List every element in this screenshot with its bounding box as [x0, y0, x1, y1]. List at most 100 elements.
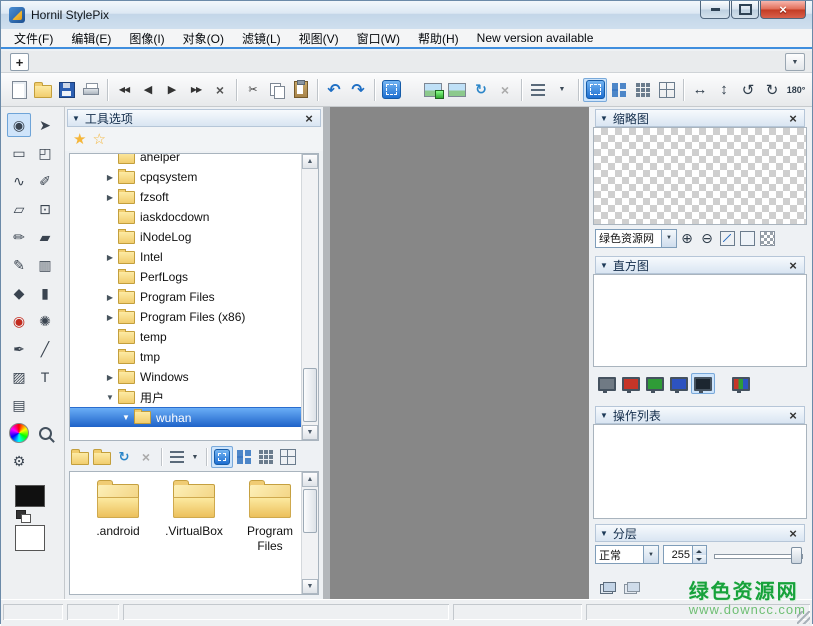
- grid-options-button[interactable]: [655, 78, 679, 102]
- expand-arrow-icon[interactable]: ▶: [104, 253, 116, 262]
- slider-thumb[interactable]: [791, 547, 802, 564]
- layers-panel-header[interactable]: ▼ 分层 ×: [595, 524, 805, 542]
- scroll-up-button[interactable]: ▲: [302, 472, 318, 487]
- channel-luminance-button[interactable]: [595, 373, 619, 394]
- eraser-tool[interactable]: ▰: [33, 225, 57, 249]
- previous-image-button[interactable]: ◀: [136, 78, 160, 102]
- scrollbar-thumb[interactable]: [303, 489, 317, 533]
- brush-tool[interactable]: ✐: [33, 169, 57, 193]
- tree-item-fzsoft[interactable]: ▶fzsoft: [70, 187, 302, 207]
- remove-folder-button[interactable]: ×: [135, 446, 157, 468]
- paste-button[interactable]: [289, 78, 313, 102]
- rotate-right-button[interactable]: ↻: [760, 78, 784, 102]
- last-image-button[interactable]: ▶▶: [184, 78, 208, 102]
- background-color-swatch[interactable]: [15, 525, 45, 551]
- sort-dropdown-button[interactable]: ▼: [188, 446, 202, 468]
- chevron-down-icon[interactable]: ▼: [661, 230, 676, 247]
- new-layer-button[interactable]: [595, 577, 619, 599]
- opacity-slider[interactable]: [712, 545, 805, 564]
- channel-blue-button[interactable]: [667, 373, 691, 394]
- marquee-tool[interactable]: ▭: [7, 141, 31, 165]
- transform-tool[interactable]: ▱: [7, 197, 31, 221]
- tree-item-iaskdocdown[interactable]: iaskdocdown: [70, 207, 302, 227]
- view-tool[interactable]: ◉: [7, 113, 31, 137]
- expand-arrow-icon[interactable]: ▶: [104, 373, 116, 382]
- menu-help[interactable]: 帮助(H): [409, 28, 468, 49]
- channel-green-button[interactable]: [643, 373, 667, 394]
- arrange-list-button[interactable]: [526, 78, 550, 102]
- next-image-button[interactable]: ▶: [160, 78, 184, 102]
- spin-down-icon[interactable]: [693, 555, 706, 564]
- favorite-star-filled-icon[interactable]: ★: [73, 130, 86, 148]
- thumbnail-panel-header[interactable]: ▼ 缩略图 ×: [595, 109, 805, 127]
- small-icons-view-button[interactable]: [233, 446, 255, 468]
- new-button[interactable]: [7, 78, 31, 102]
- opacity-spinner[interactable]: 255: [663, 545, 707, 564]
- histogram-panel-header[interactable]: ▼ 直方图 ×: [595, 256, 805, 274]
- scroll-down-button[interactable]: ▼: [302, 425, 318, 440]
- thumbnail-zoom-select[interactable]: 绿色资源网 ▼: [595, 229, 677, 248]
- action-list-panel-header[interactable]: ▼ 操作列表 ×: [595, 406, 805, 424]
- channel-rgb-button[interactable]: [691, 373, 715, 394]
- first-image-button[interactable]: ◀◀: [112, 78, 136, 102]
- snap-toggle-button[interactable]: [583, 78, 607, 102]
- tree-item-windows[interactable]: ▶Windows: [70, 367, 302, 387]
- maximize-button[interactable]: [731, 1, 759, 19]
- expand-arrow-icon[interactable]: ▶: [104, 313, 116, 322]
- foreground-color-swatch[interactable]: [15, 485, 45, 507]
- refresh-folder-button[interactable]: ↻: [113, 446, 135, 468]
- tree-item-tmp[interactable]: tmp: [70, 347, 302, 367]
- redeye-tool[interactable]: ◉: [7, 309, 31, 333]
- panel-close-button[interactable]: ×: [786, 526, 800, 541]
- menu-object[interactable]: 对象(O): [174, 28, 233, 49]
- swap-colors-icon[interactable]: [16, 510, 32, 522]
- collapse-arrow-icon[interactable]: ▼: [600, 261, 608, 270]
- export-image-button[interactable]: [445, 78, 469, 102]
- align-grid-button[interactable]: [607, 78, 631, 102]
- zoom-in-button[interactable]: ⊕: [677, 228, 697, 248]
- scroll-down-button[interactable]: ▼: [302, 579, 318, 594]
- file-item-program-files[interactable]: Program Files: [232, 484, 308, 554]
- menu-update-notice[interactable]: New version available: [468, 29, 603, 47]
- tree-item-program-files-x86[interactable]: ▶Program Files (x86): [70, 307, 302, 327]
- text-tool[interactable]: T: [33, 365, 57, 389]
- spin-up-icon[interactable]: [693, 546, 706, 555]
- collapse-arrow-icon[interactable]: ▼: [104, 393, 116, 402]
- layer-options-button[interactable]: [619, 577, 643, 599]
- rotate-180-button[interactable]: 180°: [784, 78, 808, 102]
- expand-arrow-icon[interactable]: ▶: [104, 193, 116, 202]
- new-folder-button[interactable]: [91, 446, 113, 468]
- details-view-button[interactable]: [277, 446, 299, 468]
- fileview-scrollbar[interactable]: ▲ ▼: [301, 472, 318, 594]
- panel-close-button[interactable]: ×: [786, 258, 800, 273]
- lasso-tool[interactable]: ∿: [7, 169, 31, 193]
- scrollbar-thumb[interactable]: [303, 368, 317, 422]
- close-document-button[interactable]: ×: [208, 78, 232, 102]
- cut-button[interactable]: ✂: [241, 78, 265, 102]
- redo-button[interactable]: ↷: [346, 78, 370, 102]
- menu-edit[interactable]: 编辑(E): [62, 28, 120, 49]
- stamp-tool[interactable]: ▮: [33, 281, 57, 305]
- fit-window-button[interactable]: [717, 228, 737, 248]
- panel-close-button[interactable]: ×: [302, 111, 316, 126]
- open-button[interactable]: [31, 78, 55, 102]
- canvas[interactable]: [323, 107, 589, 599]
- menu-filter[interactable]: 滤镜(L): [233, 28, 290, 49]
- close-button[interactable]: ×: [760, 1, 806, 19]
- blend-mode-select[interactable]: 正常 ▼: [595, 545, 659, 564]
- menu-view[interactable]: 视图(V): [290, 28, 348, 49]
- background-pattern-button[interactable]: [757, 228, 777, 248]
- arrange-dropdown-button[interactable]: ▼: [550, 78, 574, 102]
- region-select-tool[interactable]: ◰: [33, 141, 57, 165]
- folder-up-button[interactable]: [69, 446, 91, 468]
- tree-item-inodelog[interactable]: iNodeLog: [70, 227, 302, 247]
- list-view-button[interactable]: [255, 446, 277, 468]
- sort-options-button[interactable]: [166, 446, 188, 468]
- collapse-arrow-icon[interactable]: ▼: [600, 411, 608, 420]
- undo-button[interactable]: ↶: [322, 78, 346, 102]
- tree-scrollbar[interactable]: ▲ ▼: [301, 154, 318, 440]
- tree-item-users[interactable]: ▼用户: [70, 387, 302, 407]
- thumbnail-preview[interactable]: [593, 127, 807, 225]
- large-icons-view-button[interactable]: [211, 446, 233, 468]
- tree-item-temp[interactable]: temp: [70, 327, 302, 347]
